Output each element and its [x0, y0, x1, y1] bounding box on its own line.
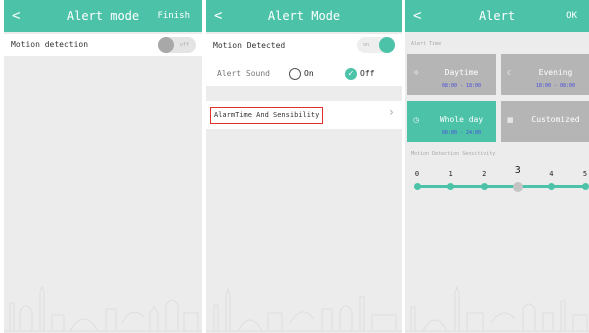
city-skyline-watermark: [4, 285, 202, 332]
whole-day-option[interactable]: ◷ Whole day 00:00 - 24:00: [407, 101, 496, 142]
sensitivity-level-label: 1: [448, 170, 453, 178]
radio-unchecked-icon: [289, 68, 301, 80]
evening-option[interactable]: ☾ Evening 18:00 - 08:00: [501, 54, 589, 95]
slider-track: [417, 185, 585, 188]
option-name: Evening: [538, 68, 573, 77]
motion-detection-label: Motion detection: [11, 40, 89, 49]
toggle-knob: [158, 37, 174, 53]
city-skyline-watermark: [206, 287, 402, 332]
calendar-icon: ▦: [507, 116, 514, 124]
alert-mode-detail-screen: < Alert Mode Motion Detected on Alert So…: [206, 0, 402, 333]
motion-detection-row: Motion detection off: [4, 34, 202, 56]
radio-label: Off: [360, 69, 375, 78]
sun-icon: ☼: [413, 69, 420, 77]
alert-settings-screen: < Alert OK Alert Time ☼ Daytime 08:00 - …: [405, 0, 589, 333]
nav-bar: < Alert Mode: [206, 0, 402, 32]
city-skyline-watermark: [405, 285, 589, 332]
slider-stop[interactable]: [480, 183, 488, 190]
option-name: Whole day: [439, 115, 484, 124]
sensitivity-level-label: 4: [549, 170, 554, 178]
moon-icon: ☾: [507, 69, 514, 77]
daytime-option[interactable]: ☼ Daytime 08:00 - 18:00: [407, 54, 496, 95]
toggle-state-label: on: [363, 42, 370, 48]
nav-bar: < Alert mode Finish: [4, 0, 202, 32]
alarm-time-sensibility-row[interactable]: AlarmTime And Sensibility ›: [206, 101, 402, 129]
alert-mode-screen: < Alert mode Finish Motion detection off: [4, 0, 202, 333]
page-title: Alert Mode: [267, 9, 341, 23]
alert-time-label: Alert Time: [411, 41, 442, 47]
slider-stop[interactable]: [447, 183, 455, 190]
chevron-right-icon: ›: [387, 105, 395, 119]
option-range: 18:00 - 08:00: [535, 83, 576, 89]
clock-icon: ◷: [413, 116, 420, 124]
alert-sound-label: Alert Sound: [217, 69, 270, 78]
sensitivity-level-label: 3: [514, 165, 521, 176]
sensitivity-slider[interactable]: 0 1 2 3 4 5: [405, 162, 589, 202]
option-name: Daytime: [444, 68, 479, 77]
toggle-knob: [379, 37, 395, 53]
motion-settings-card: Motion Detected on Alert Sound On ✓ Off: [206, 34, 402, 86]
radio-label: On: [304, 69, 314, 78]
finish-button[interactable]: Finish: [157, 9, 190, 23]
sensitivity-label: Motion Detection Sensitivity: [411, 151, 496, 157]
motion-detected-label: Motion Detected: [213, 41, 286, 50]
alarm-time-sensibility-label: AlarmTime And Sensibility: [210, 107, 324, 124]
sensitivity-level-label: 0: [414, 170, 420, 178]
slider-stop[interactable]: [581, 183, 589, 190]
slider-thumb[interactable]: [512, 181, 523, 192]
slider-stop[interactable]: [547, 183, 555, 190]
option-name: Customized: [531, 115, 580, 124]
customized-option[interactable]: ▦ Customized: [501, 101, 589, 142]
page-title: Alert: [478, 9, 516, 23]
nav-bar: < Alert OK: [405, 0, 589, 32]
check-icon: ✓: [345, 68, 357, 80]
motion-detected-toggle[interactable]: on: [357, 37, 395, 53]
sensitivity-level-label: 2: [482, 170, 487, 178]
ok-button[interactable]: OK: [566, 9, 577, 23]
option-range: 08:00 - 18:00: [441, 83, 482, 89]
motion-detection-toggle[interactable]: off: [158, 37, 196, 53]
sensitivity-level-label: 5: [582, 170, 588, 178]
option-range: 00:00 - 24:00: [441, 130, 482, 136]
slider-stop[interactable]: [413, 183, 421, 190]
toggle-state-label: off: [179, 42, 189, 48]
